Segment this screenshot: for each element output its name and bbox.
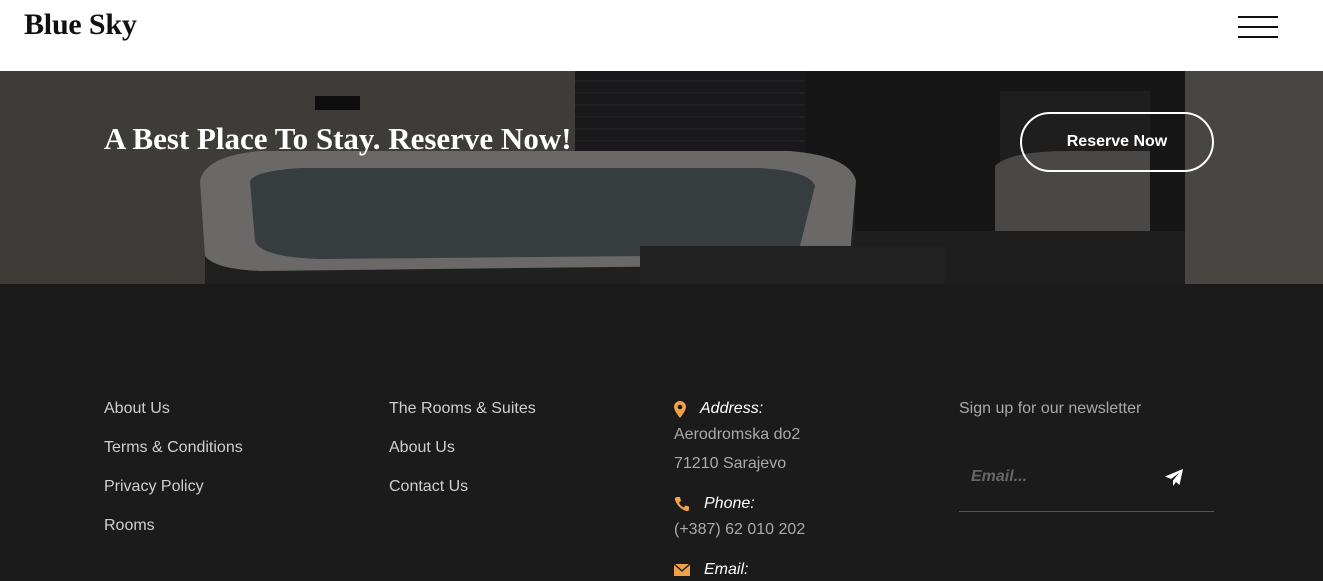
footer-link-rooms-suites[interactable]: The Rooms & Suites [389, 398, 536, 437]
footer-link-contact-us[interactable]: Contact Us [389, 476, 536, 515]
map-pin-icon [674, 400, 686, 418]
newsletter-title: Sign up for our newsletter [959, 400, 1142, 417]
contact-info: Address: Aerodromska do2 71210 Sarajevo … [674, 398, 924, 581]
address-line-1: Aerodromska do2 [674, 426, 801, 443]
site-footer: About Us Terms & Conditions Privacy Poli… [0, 284, 1323, 581]
footer-link-privacy[interactable]: Privacy Policy [104, 476, 243, 515]
hamburger-menu-icon[interactable] [1236, 14, 1280, 42]
reserve-now-button[interactable]: Reserve Now [1020, 112, 1214, 172]
hero-title: A Best Place To Stay. Reserve Now! [104, 121, 572, 156]
address-line-2: 71210 Sarajevo [674, 455, 787, 472]
footer-link-rooms[interactable]: Rooms [104, 515, 243, 554]
phone-icon [674, 497, 689, 512]
footer-link-about-us-2[interactable]: About Us [389, 437, 536, 476]
footer-links-column-2: The Rooms & Suites About Us Contact Us [389, 398, 536, 515]
phone-label: Phone: [704, 495, 755, 512]
send-paper-plane-icon[interactable] [1164, 468, 1184, 488]
footer-links-column-1: About Us Terms & Conditions Privacy Poli… [104, 398, 243, 554]
footer-link-terms[interactable]: Terms & Conditions [104, 437, 243, 476]
phone-value[interactable]: (+387) 62 010 202 [674, 515, 924, 544]
newsletter-section: Sign up for our newsletter [959, 398, 1214, 512]
brand-logo[interactable]: Blue Sky [24, 8, 137, 42]
address-label: Address: [700, 400, 764, 417]
hero-banner: A Best Place To Stay. Reserve Now! Reser… [0, 71, 1323, 284]
newsletter-form [959, 448, 1214, 512]
envelope-icon [674, 564, 690, 576]
footer-link-about-us[interactable]: About Us [104, 398, 243, 437]
newsletter-email-input[interactable] [959, 462, 1149, 492]
email-label: Email: [704, 561, 749, 578]
site-header: Blue Sky [0, 0, 1323, 71]
